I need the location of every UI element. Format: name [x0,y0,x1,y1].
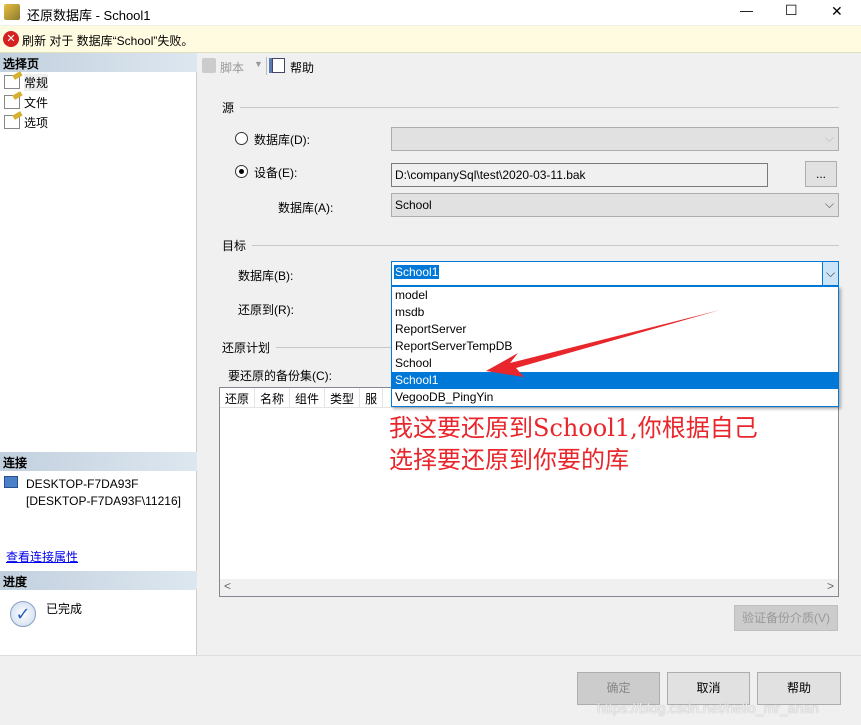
page-label: 选项 [24,115,49,130]
database-radio[interactable] [235,132,248,145]
script-button[interactable]: 脚本 [220,59,244,76]
server-name: DESKTOP-F7DA93F [26,477,139,491]
source-db-label: 数据库(A): [278,201,334,215]
minimize-button[interactable]: — [740,3,753,18]
view-connection-properties-link[interactable]: 查看连接属性 [6,548,78,565]
column-header[interactable]: 服 [360,388,384,407]
watermark: https://blog.csdn.net/hello_mr_anan [597,700,819,716]
chevron-down-icon: ⌵ [824,131,834,145]
chevron-down-icon: ⌵ [824,197,834,211]
page-files[interactable]: 文件 [4,93,48,111]
annotation-line-1: 我这要还原到School1,你根据自己 [389,414,758,442]
scroll-right-icon[interactable]: > [827,579,834,596]
scroll-left-icon[interactable]: < [224,579,231,596]
script-dropdown-icon[interactable]: ▼ [254,59,263,69]
server-instance: [DESKTOP-F7DA93F\11216] [26,494,181,508]
source-group-header: 源 [222,99,839,116]
source-label: 源 [222,101,235,115]
source-database-combo: ⌵ [391,127,839,151]
browse-button[interactable]: ... [805,161,837,187]
column-header[interactable]: 类型 [325,388,361,407]
column-header[interactable]: 还原 [220,388,256,407]
device-radio-label: 设备(E): [254,166,298,180]
dropdown-option[interactable]: VegooDB_PingYin [392,389,838,406]
help-button[interactable]: 帮助 [290,59,314,76]
progress-status: 已完成 [46,602,83,616]
left-panel: 选择页 常规 文件 选项 连接 DESKTOP-F7DA93F [DESKTOP… [0,53,197,655]
footer-divider [0,655,861,656]
page-icon [4,115,20,129]
page-icon [4,75,20,89]
backup-sets-label: 要还原的备份集(C): [228,369,332,383]
page-label: 文件 [24,95,49,110]
script-icon [202,58,216,73]
close-button[interactable]: ✕ [831,3,843,20]
progress-header: 进度 [0,571,197,590]
dropdown-option[interactable]: model [392,287,838,304]
restore-to-label: 还原到(R): [238,303,294,317]
source-db-value: School [395,198,432,212]
error-bar: ✕ 刷新 对于 数据库“School”失败。 [0,26,861,53]
connection-header: 连接 [0,452,197,471]
help-icon [272,58,285,73]
page-general[interactable]: 常规 [4,73,49,91]
app-icon [4,4,20,20]
target-database-combo[interactable]: School1 ⌵ [391,261,839,286]
plan-label: 还原计划 [222,341,271,355]
target-database-label: 数据库(B): [238,269,294,283]
error-icon: ✕ [3,31,19,47]
target-label: 目标 [222,239,247,253]
title-bar: 还原数据库 - School1 — ☐ ✕ [0,0,861,25]
source-db-combo[interactable]: School ⌵ [391,193,839,217]
target-group-header: 目标 [222,237,839,254]
maximize-button[interactable]: ☐ [785,2,798,19]
annotation-arrow [486,310,720,377]
verify-backup-media-button[interactable]: 验证备份介质(V) [734,605,838,631]
window-title: 还原数据库 - School1 [27,8,151,23]
server-icon [4,476,18,488]
page-icon [4,95,20,109]
column-header[interactable]: 名称 [255,388,291,407]
check-icon: ✓ [10,601,36,627]
chevron-down-icon[interactable]: ⌵ [822,262,838,285]
page-options[interactable]: 选项 [4,113,48,131]
device-path-field[interactable]: D:\companySql\test\2020-03-11.bak [391,163,768,187]
annotation-line-2: 选择要还原到你要的库 [389,446,629,474]
column-header[interactable]: 组件 [290,388,326,407]
annotation-text: 我这要还原到School1,你根据自己 选择要还原到你要的库 [389,412,758,476]
toolbar-divider [266,57,267,75]
error-message: 刷新 对于 数据库“School”失败。 [22,34,194,48]
select-page-header: 选择页 [0,53,197,72]
target-database-value: School1 [394,265,440,279]
horizontal-scrollbar[interactable]: < > [220,579,838,596]
page-label: 常规 [24,73,49,91]
device-radio[interactable] [235,165,248,178]
database-radio-label: 数据库(D): [254,133,310,147]
